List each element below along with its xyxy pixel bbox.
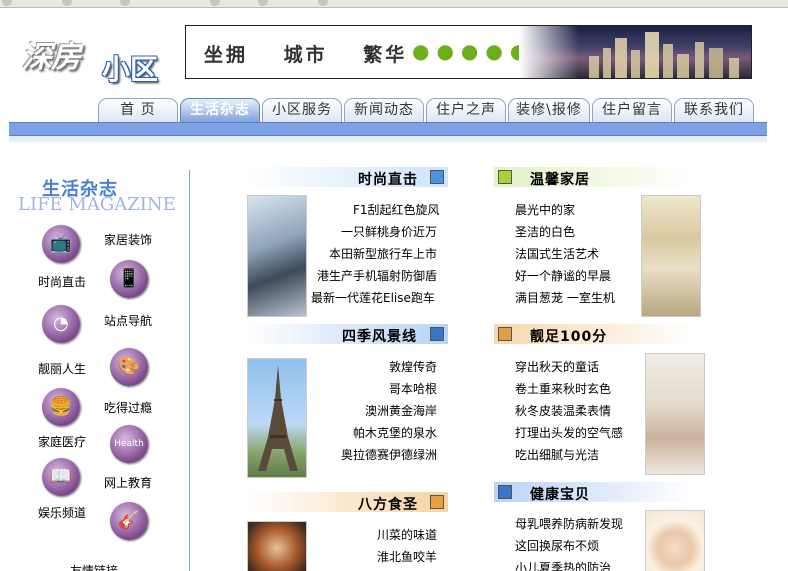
browser-toolbar-strip [0,0,788,8]
logo-text-part2: 小区 [102,53,159,86]
list-item[interactable]: 淮北鱼咬羊 [377,548,437,565]
list-item[interactable]: 母乳喂养防病新发现 [515,515,623,532]
medicine-icon[interactable]: Health [110,425,148,463]
section-header-beauty[interactable]: 靓足100分 [494,324,694,345]
sidebar-item-site-nav[interactable]: 站点导航 [104,312,152,329]
section-header-food[interactable]: 八方食圣 [246,492,448,513]
list-item[interactable]: 哥本哈根 [389,380,437,397]
eiffel-tower-icon [258,365,298,471]
baby-photo[interactable] [645,510,705,571]
nav-shadow-bar [9,136,767,142]
main-nav: 首 页 生活杂志 小区服务 新闻动态 住户之声 装修\报修 住户留言 联系我们 [98,98,758,122]
sidebar-item-food[interactable]: 吃得过瘾 [104,399,152,416]
sidebar-item-home-decor[interactable]: 家居装饰 [104,231,152,248]
square-bullet-icon [430,170,444,184]
tab-home[interactable]: 首 页 [98,98,178,122]
tab-life-magazine[interactable]: 生活杂志 [180,98,260,122]
section-title: 四季风景线 [342,329,417,345]
square-bullet-icon [498,327,512,341]
palette-icon[interactable]: 🎨 [110,348,148,386]
square-bullet-icon [498,485,512,499]
section-header-health[interactable]: 健康宝贝 [494,482,694,503]
list-item[interactable]: 一只鲜桃身价近万 [341,223,437,240]
tab-community-service[interactable]: 小区服务 [262,98,342,122]
friendly-links-label[interactable]: 友情链接 [70,562,118,571]
header-banner: 坐拥 城市 繁华 ●●●●● [185,25,752,79]
banner-dots: ●●●●● [412,39,535,63]
list-item[interactable]: 这回换尿布不烦 [515,537,599,554]
list-item[interactable]: 澳洲黄金海岸 [365,402,437,419]
section-header-fashion[interactable]: 时尚直击 [246,167,448,188]
clock-icon[interactable]: ◔ [42,305,80,343]
list-item[interactable]: 秋冬皮装温柔表情 [515,402,611,419]
section-title: 温馨家居 [530,172,590,188]
section-title: 时尚直击 [358,172,418,188]
list-item[interactable]: 奥拉德赛伊德绿洲 [341,446,437,463]
tab-resident-messages[interactable]: 住户留言 [592,98,672,122]
logo-text-part1: 深房 [22,40,81,75]
list-item[interactable]: 小儿夏季热的防治 [515,559,611,571]
list-item[interactable]: 川菜的味道 [377,526,437,543]
city-skyline-image [519,26,751,78]
sidebar-divider [189,170,190,571]
sidebar-subtitle: LIFE MAGAZINE [18,194,176,215]
tab-renovation-repair[interactable]: 装修\报修 [508,98,590,122]
food-dish-photo[interactable] [247,521,307,571]
list-item[interactable]: 最新一代莲花Elise跑车 [311,289,435,306]
sidebar-item-fashion[interactable]: 时尚直击 [38,273,86,290]
square-bullet-icon [498,170,512,184]
list-item[interactable]: 晨光中的家 [515,201,575,218]
car-photo[interactable] [247,195,307,317]
section-title: 靓足100分 [530,329,608,345]
eiffel-tower-photo[interactable] [247,358,307,478]
slogan-word: 城市 [283,44,328,66]
tv-icon[interactable]: 📺 [42,225,80,263]
guitar-icon[interactable]: 🎸 [110,502,148,540]
list-item[interactable]: 法国式生活艺术 [515,245,599,262]
nav-underline-bar [9,122,767,136]
list-item[interactable]: 穿出秋天的童话 [515,358,599,375]
site-logo[interactable]: 深房 小区 [22,32,182,86]
book-icon[interactable]: 📖 [42,458,80,496]
list-item[interactable]: 卷土重来秋时玄色 [515,380,611,397]
section-header-home[interactable]: 温馨家居 [494,167,694,188]
sidebar-item-entertainment[interactable]: 娱乐频道 [38,504,86,521]
section-title: 健康宝贝 [530,487,590,503]
square-bullet-icon [430,327,444,341]
fashion-model-photo[interactable] [645,353,705,475]
list-item[interactable]: 敦煌传奇 [389,358,437,375]
sidebar-item-family-medical[interactable]: 家庭医疗 [38,433,86,450]
list-item[interactable]: F1刮起红色旋风 [353,201,440,218]
hamburger-icon[interactable]: 🍔 [42,388,80,426]
tab-contact-us[interactable]: 联系我们 [674,98,754,122]
list-item[interactable]: 圣洁的白色 [515,223,575,240]
sidebar-item-beauty-life[interactable]: 靓丽人生 [38,360,86,377]
mobile-phone-icon[interactable]: 📱 [110,260,148,298]
list-item[interactable]: 打理出头发的空气感 [515,424,623,441]
tab-news[interactable]: 新闻动态 [344,98,424,122]
list-item[interactable]: 吃出细腻与光洁 [515,446,599,463]
slogan-word: 坐拥 [204,44,249,66]
living-room-photo[interactable] [641,195,701,317]
section-header-scenery[interactable]: 四季风景线 [246,324,448,345]
square-bullet-icon [430,495,444,509]
list-item[interactable]: 好一个静谧的早晨 [515,267,611,284]
slogan-word: 繁华 [363,44,408,66]
list-item[interactable]: 满目葱茏 一室生机 [515,289,615,306]
list-item[interactable]: 港生产手机辐射防御盾 [317,267,437,284]
list-item[interactable]: 本田新型旅行车上市 [329,245,437,262]
sidebar-item-online-education[interactable]: 网上教育 [104,474,152,491]
tab-residents-voice[interactable]: 住户之声 [426,98,506,122]
page: 深房 小区 坐拥 城市 繁华 ●●●●● 首 页 生活杂志 小区服务 新闻动态 … [0,0,788,571]
section-title: 八方食圣 [358,497,418,513]
list-item[interactable]: 帕木克堡的泉水 [353,424,437,441]
banner-slogan: 坐拥 城市 繁华 [204,40,433,67]
